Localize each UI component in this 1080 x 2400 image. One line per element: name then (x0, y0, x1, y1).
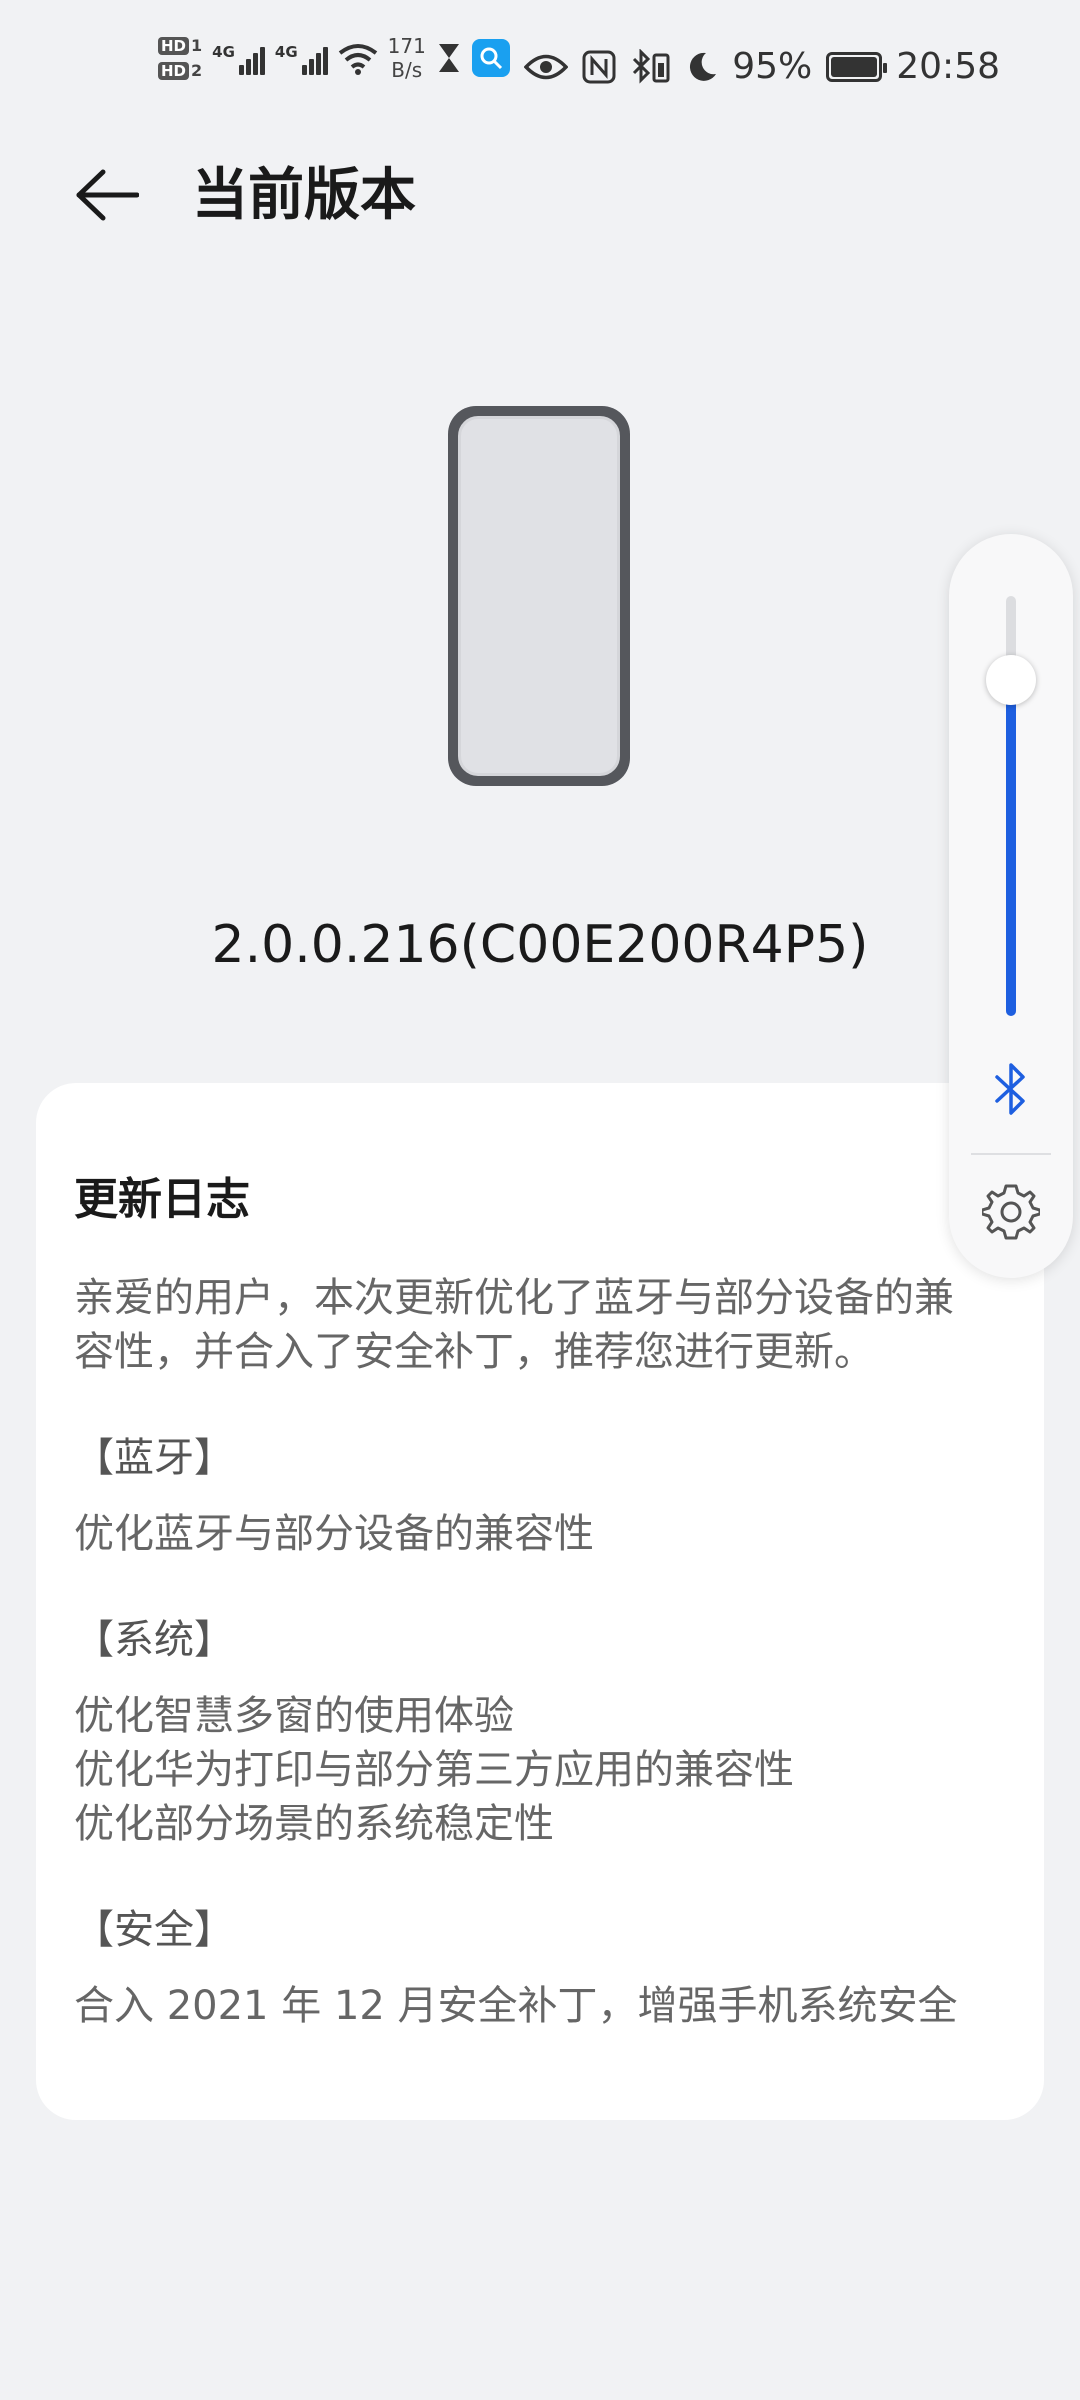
sim1-hd-label: HD (158, 36, 190, 55)
section-list-system: 优化智慧多窗的使用体验 优化华为打印与部分第三方应用的兼容性 优化部分场景的系统… (74, 1689, 1004, 1851)
speed-value: 171 (387, 34, 426, 58)
section-heading-bluetooth: 【蓝牙】 (74, 1435, 234, 1481)
wifi-icon (338, 44, 377, 75)
eye-icon (524, 54, 569, 79)
signal-1-icon: 4G (212, 41, 265, 75)
battery-percent: 95% (732, 46, 813, 87)
network-speed: 171 B/s (388, 34, 426, 82)
list-item: 优化华为打印与部分第三方应用的兼容性 (74, 1747, 794, 1793)
list-item: 合入 2021 年 12 月安全补丁，增强手机系统安全 (74, 1983, 958, 2029)
list-item: 优化部分场景的系统稳定性 (74, 1801, 554, 1847)
phone-illustration (448, 406, 630, 786)
clock: 20:58 (896, 46, 1000, 87)
volume-slider-thumb[interactable] (986, 655, 1036, 705)
sim2-number: 2 (191, 61, 203, 80)
panel-divider (971, 1153, 1051, 1155)
gear-icon (982, 1184, 1040, 1240)
status-bar: HD 1 HD 2 4G 4G 171 B/s 95% 20:58 (0, 0, 1080, 130)
changelog-title: 更新日志 (74, 1174, 250, 1225)
sim2-indicator: HD 2 (158, 61, 202, 80)
network2-label: 4G (274, 43, 298, 61)
sim-indicators: HD 1 HD 2 (158, 36, 202, 80)
section-heading-security: 【安全】 (74, 1907, 234, 1953)
changelog-card: 更新日志 亲爱的用户，本次更新优化了蓝牙与部分设备的兼 容性，并合入了安全补丁，… (36, 1083, 1044, 2120)
page-title: 当前版本 (192, 163, 416, 228)
section-heading-system: 【系统】 (74, 1617, 234, 1663)
sim1-indicator: HD 1 (158, 36, 202, 55)
arrow-left-icon (76, 169, 139, 221)
network1-label: 4G (212, 43, 235, 61)
volume-slider-fill (1006, 680, 1016, 1016)
status-right: 95% 20:58 (524, 46, 1000, 87)
intro-line: 亲爱的用户，本次更新优化了蓝牙与部分设备的兼 (74, 1275, 954, 1321)
signal-2-icon: 4G (275, 41, 328, 75)
moon-icon (690, 52, 717, 81)
hourglass-icon (438, 44, 459, 72)
changelog-body: 亲爱的用户，本次更新优化了蓝牙与部分设备的兼 容性，并合入了安全补丁，推荐您进行… (74, 1271, 1004, 2033)
status-left: HD 1 HD 2 4G 4G 171 B/s (158, 34, 510, 82)
bluetooth-icon (995, 1063, 1025, 1115)
list-item: 优化智慧多窗的使用体验 (74, 1693, 514, 1739)
version-number: 2.0.0.216(C00E200R4P5) (211, 915, 869, 975)
sim2-hd-label: HD (158, 61, 190, 80)
volume-panel (949, 534, 1073, 1278)
search-app-icon (471, 39, 510, 77)
back-button[interactable] (72, 160, 142, 230)
intro-line: 容性，并合入了安全补丁，推荐您进行更新。 (74, 1329, 874, 1375)
phone-screen (458, 416, 620, 776)
sim1-number: 1 (191, 36, 203, 55)
battery-icon (826, 51, 888, 82)
bluetooth-button[interactable] (981, 1054, 1041, 1124)
nfc-icon (582, 50, 616, 83)
section-list-security: 合入 2021 年 12 月安全补丁，增强手机系统安全 (74, 1979, 1004, 2033)
speed-unit: B/s (391, 58, 423, 82)
sound-settings-button[interactable] (981, 1182, 1041, 1242)
title-bar: 当前版本 (0, 150, 1080, 242)
list-item: 优化蓝牙与部分设备的兼容性 (74, 1511, 594, 1557)
bluetooth-battery-icon (633, 48, 670, 84)
section-list-bluetooth: 优化蓝牙与部分设备的兼容性 (74, 1507, 1004, 1561)
